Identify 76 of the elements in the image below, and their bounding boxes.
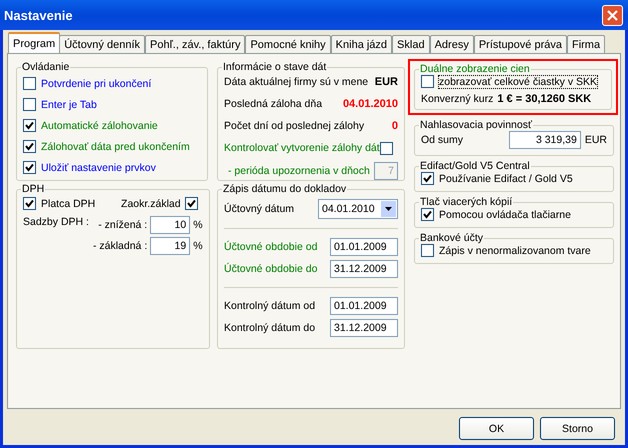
date-field[interactable]: 31.12.2009 bbox=[330, 319, 398, 337]
unit-label: EUR bbox=[584, 134, 607, 146]
unit-label: % bbox=[193, 219, 203, 231]
ok-button[interactable]: OK bbox=[459, 417, 534, 440]
group-title: Nahlasovacia povinnosť bbox=[419, 119, 533, 131]
checkbox[interactable] bbox=[23, 98, 36, 111]
tab[interactable]: Kniha jázd bbox=[330, 35, 392, 53]
info-label: Počet dní od poslednej zálohy bbox=[224, 120, 364, 132]
group-title: Edifact/Gold V5 Central bbox=[419, 160, 531, 172]
group-title: Ovládanie bbox=[21, 61, 70, 73]
group-title: Duálne zobrazenie cien bbox=[419, 63, 531, 75]
field-label: - znížená : bbox=[98, 219, 148, 231]
window-title: Nastavenie bbox=[4, 8, 74, 22]
rate-value: 1 € = 30,1260 SKK bbox=[497, 93, 592, 105]
date-field[interactable]: 31.12.2009 bbox=[330, 260, 398, 278]
checkbox-label[interactable]: Zálohovať dáta pred ukončením bbox=[41, 140, 190, 152]
checkbox[interactable] bbox=[421, 75, 434, 88]
checkbox-label[interactable]: Potvrdenie pri ukončení bbox=[41, 78, 152, 90]
input-field[interactable]: 10 bbox=[150, 216, 190, 234]
field-label: - perióda upozornenia v dňoch bbox=[227, 165, 370, 177]
close-icon bbox=[607, 10, 618, 20]
tab[interactable]: Adresy bbox=[430, 35, 474, 53]
rate-label: Konverzný kurz bbox=[421, 93, 494, 105]
info-label: Dáta aktuálnej firmy sú v mene bbox=[224, 76, 368, 88]
group-title: Tlač viacerých kópií bbox=[419, 196, 514, 208]
group-title: Zápis dátumu do dokladov bbox=[222, 183, 348, 195]
checkbox[interactable] bbox=[380, 142, 393, 154]
checkbox-label[interactable]: Uložiť nastavenie prvkov bbox=[41, 162, 156, 174]
checkbox-label[interactable]: Zaokr.základ bbox=[121, 198, 181, 210]
date-field[interactable]: 01.01.2009 bbox=[330, 238, 398, 256]
field-label: Účtovné obdobie od bbox=[224, 241, 318, 253]
field-label: Kontrolný dátum do bbox=[224, 322, 316, 334]
info-value: EUR bbox=[374, 76, 398, 88]
checkbox[interactable] bbox=[23, 77, 36, 90]
field-label: Účtovné obdobie do bbox=[224, 263, 318, 275]
cancel-button[interactable]: Storno bbox=[540, 417, 615, 440]
checkbox-label[interactable]: Používanie Edifact / Gold V5 bbox=[439, 172, 573, 184]
tab[interactable]: Sklad bbox=[392, 35, 430, 53]
tab[interactable]: Firma bbox=[566, 35, 606, 53]
tab[interactable]: Pohľ., záv., faktúry bbox=[145, 35, 246, 53]
checkbox[interactable] bbox=[23, 161, 36, 174]
group-title: Bankové účty bbox=[419, 232, 484, 244]
checkbox[interactable] bbox=[23, 119, 36, 132]
group-title: DPH bbox=[21, 183, 46, 195]
checkbox[interactable] bbox=[421, 172, 434, 185]
tab[interactable]: Pomocné knihy bbox=[245, 35, 331, 53]
checkbox-label[interactable]: Platca DPH bbox=[41, 198, 96, 210]
tab[interactable]: Program bbox=[8, 32, 60, 53]
field-label: Od sumy bbox=[421, 134, 464, 146]
checkbox-label[interactable]: Zápis v nenormalizovanom tvare bbox=[439, 244, 591, 256]
date-field[interactable]: 01.01.2009 bbox=[330, 297, 398, 315]
checkbox[interactable] bbox=[23, 197, 36, 210]
checkbox-label[interactable]: zobrazovať celkové čiastky v SKK bbox=[439, 76, 598, 88]
checkbox[interactable] bbox=[23, 140, 36, 153]
info-value: 0 bbox=[392, 120, 398, 132]
input-field[interactable]: 19 bbox=[150, 237, 190, 255]
checkbox[interactable] bbox=[421, 244, 434, 257]
field-label: - základná : bbox=[92, 240, 148, 252]
field-label: Kontrolný dátum od bbox=[224, 300, 316, 312]
checkbox[interactable] bbox=[184, 197, 198, 210]
info-label: Posledná záloha dňa bbox=[224, 98, 322, 110]
info-value: 04.01.2010 bbox=[342, 98, 398, 110]
checkbox-label[interactable]: Automatické zálohovanie bbox=[41, 120, 158, 132]
date-dropdown[interactable]: 04.01.2010 bbox=[318, 199, 398, 219]
input-field[interactable]: 3 319,39 bbox=[508, 131, 581, 149]
tab[interactable]: Prístupové práva bbox=[474, 35, 567, 53]
tab[interactable]: Účtovný denník bbox=[59, 35, 146, 53]
close-button[interactable] bbox=[602, 4, 623, 26]
group-title: Informácie o stave dát bbox=[222, 61, 328, 73]
checkbox[interactable] bbox=[421, 208, 434, 221]
field-label: Účtovný dátum bbox=[224, 203, 294, 215]
unit-label: % bbox=[193, 240, 203, 252]
checkbox-label[interactable]: Pomocou ovládača tlačiarne bbox=[439, 208, 571, 220]
checkbox-label[interactable]: Kontrolovať vytvorenie zálohy dát bbox=[224, 142, 380, 154]
checkbox-label[interactable]: Enter je Tab bbox=[41, 98, 97, 110]
field-label: Sadzby DPH : bbox=[23, 216, 89, 230]
